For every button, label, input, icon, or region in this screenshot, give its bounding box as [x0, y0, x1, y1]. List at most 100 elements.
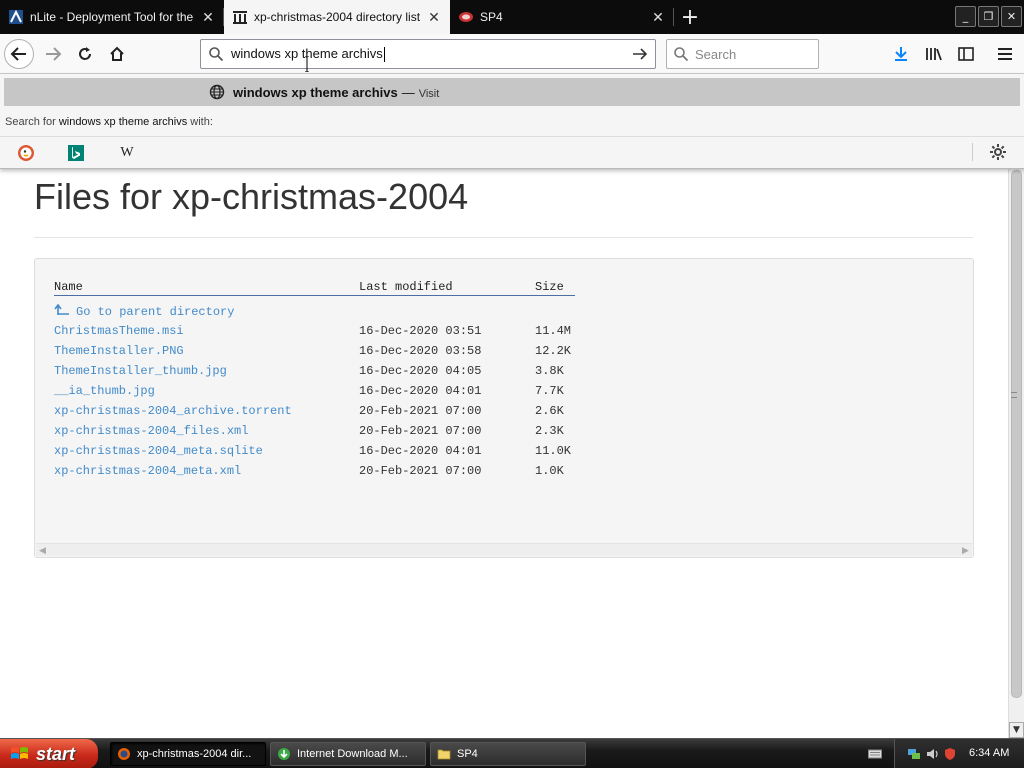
taskbar-item-firefox[interactable]: xp-christmas-2004 dir...: [110, 742, 266, 766]
volume-icon[interactable]: [925, 747, 939, 761]
close-icon[interactable]: ✕: [426, 9, 442, 25]
home-button[interactable]: [102, 39, 132, 69]
idm-icon: [277, 747, 291, 761]
table-row: xp-christmas-2004_files.xml 20-Feb-2021 …: [54, 421, 575, 441]
parent-directory-link[interactable]: Go to parent directory: [54, 303, 235, 319]
clock[interactable]: 6:34 AM: [969, 747, 1009, 759]
file-modified: 16-Dec-2020 04:01: [359, 444, 482, 458]
back-arrow-icon: [10, 47, 26, 61]
scroll-left-icon[interactable]: ◀: [36, 544, 49, 557]
new-tab-button[interactable]: +: [674, 0, 706, 34]
file-link[interactable]: ThemeInstaller_thumb.jpg: [54, 364, 227, 378]
tab-title: xp-christmas-2004 directory listing: [254, 10, 420, 24]
start-button[interactable]: start: [0, 739, 98, 768]
forward-button[interactable]: [38, 39, 68, 69]
globe-icon: [209, 84, 225, 100]
file-table: Name Last modified Size Go to parent dir…: [54, 279, 575, 481]
file-link[interactable]: xp-christmas-2004_meta.xml: [54, 464, 241, 478]
taskbar-item-label: xp-christmas-2004 dir...: [137, 748, 252, 760]
column-header-size[interactable]: Size: [535, 279, 575, 296]
restore-button[interactable]: ❐: [978, 6, 999, 27]
wikipedia-engine-button[interactable]: W: [114, 142, 140, 164]
bing-engine-button[interactable]: [63, 142, 89, 164]
file-modified: 20-Feb-2021 07:00: [359, 464, 482, 478]
menu-button[interactable]: [990, 39, 1020, 69]
reload-button[interactable]: [70, 39, 100, 69]
scrollbar-thumb[interactable]: [1011, 170, 1022, 698]
vertical-scrollbar[interactable]: ▼: [1008, 74, 1024, 738]
library-icon: [926, 48, 942, 61]
table-row: ThemeInstaller_thumb.jpg 16-Dec-2020 04:…: [54, 361, 575, 381]
security-shield-icon[interactable]: [943, 747, 957, 761]
tab-nlite[interactable]: nLite - Deployment Tool for the bo ✕: [0, 0, 224, 34]
back-button[interactable]: [4, 39, 34, 69]
file-size: 7.7K: [535, 384, 564, 398]
file-size: 1.0K: [535, 464, 564, 478]
table-row: ChristmasTheme.msi 16-Dec-2020 03:51 11.…: [54, 321, 575, 341]
nlite-icon: [8, 9, 24, 25]
minimize-button[interactable]: _: [955, 6, 976, 27]
plus-icon: +: [680, 4, 700, 30]
go-button[interactable]: [625, 46, 655, 62]
horizontal-scrollbar[interactable]: ◀ ▶: [36, 543, 972, 556]
duckduckgo-engine-button[interactable]: [13, 142, 39, 164]
scroll-right-icon[interactable]: ▶: [959, 544, 972, 557]
tab-sp4[interactable]: SP4 ✕: [450, 0, 674, 34]
scroll-down-icon[interactable]: ▼: [1009, 722, 1024, 738]
duckduckgo-icon: [18, 145, 34, 161]
close-icon[interactable]: ✕: [200, 9, 216, 25]
reload-icon: [79, 47, 91, 60]
column-header-name[interactable]: Name: [54, 279, 359, 296]
table-row: __ia_thumb.jpg 16-Dec-2020 04:01 7.7K: [54, 381, 575, 401]
file-link[interactable]: xp-christmas-2004_files.xml: [54, 424, 248, 438]
address-bar[interactable]: windows xp theme archivs: [200, 39, 656, 69]
suggestion-row[interactable]: windows xp theme archivs — Visit: [4, 78, 1020, 106]
file-link[interactable]: __ia_thumb.jpg: [54, 384, 155, 398]
downloads-button[interactable]: [886, 39, 916, 69]
taskbar-item-label: Internet Download M...: [297, 748, 408, 760]
tab-strip: nLite - Deployment Tool for the bo ✕ xp-…: [0, 0, 1024, 34]
forward-arrow-icon: [46, 47, 62, 61]
system-tray: 6:34 AM: [894, 739, 1024, 768]
suggestion-action: Visit: [418, 88, 440, 100]
taskbar-item-sp4[interactable]: SP4: [430, 742, 586, 766]
tab-directory-listing[interactable]: xp-christmas-2004 directory listing ✕: [224, 0, 450, 34]
taskbar-item-idm[interactable]: Internet Download M...: [270, 742, 426, 766]
scrollbar-grip: [1011, 392, 1017, 398]
address-input[interactable]: windows xp theme archivs: [231, 46, 625, 63]
file-link[interactable]: ChristmasTheme.msi: [54, 324, 184, 338]
file-modified: 16-Dec-2020 03:51: [359, 324, 482, 338]
directory-listing: Name Last modified Size Go to parent dir…: [34, 258, 974, 558]
hamburger-menu-icon: [998, 48, 1012, 60]
column-header-modified[interactable]: Last modified: [359, 279, 535, 296]
parent-directory-label: Go to parent directory: [76, 304, 235, 319]
engine-separator: [972, 143, 973, 161]
divider: [34, 237, 973, 238]
close-window-button[interactable]: ✕: [1001, 6, 1022, 27]
close-icon[interactable]: ✕: [650, 9, 666, 25]
search-with-prefix: Search for: [5, 116, 56, 128]
file-link[interactable]: xp-christmas-2004_meta.sqlite: [54, 444, 263, 458]
suggestion-dash: —: [401, 85, 415, 100]
sidebar-button[interactable]: [951, 39, 981, 69]
network-icon[interactable]: [907, 747, 921, 761]
tab-title: SP4: [480, 10, 503, 24]
windows-flag-icon: [11, 747, 28, 759]
file-modified: 20-Feb-2021 07:00: [359, 404, 482, 418]
restore-icon: ❐: [983, 10, 994, 23]
search-settings-button[interactable]: [986, 141, 1010, 163]
page-title: Files for xp-christmas-2004: [34, 176, 469, 217]
file-link[interactable]: ThemeInstaller.PNG: [54, 344, 184, 358]
table-row: xp-christmas-2004_meta.xml 20-Feb-2021 0…: [54, 461, 575, 481]
search-bar[interactable]: Search: [666, 39, 819, 69]
library-button[interactable]: [919, 39, 949, 69]
gear-icon: [990, 144, 1006, 160]
parent-directory-row: Go to parent directory: [54, 295, 575, 321]
file-link[interactable]: xp-christmas-2004_archive.torrent: [54, 404, 292, 418]
table-row: ThemeInstaller.PNG 16-Dec-2020 03:58 12.…: [54, 341, 575, 361]
download-icon: [895, 47, 907, 61]
firefox-icon: [117, 747, 131, 761]
archive-building-icon: [232, 9, 248, 25]
keyboard-icon[interactable]: [868, 748, 882, 760]
up-arrow-icon: [54, 303, 69, 315]
